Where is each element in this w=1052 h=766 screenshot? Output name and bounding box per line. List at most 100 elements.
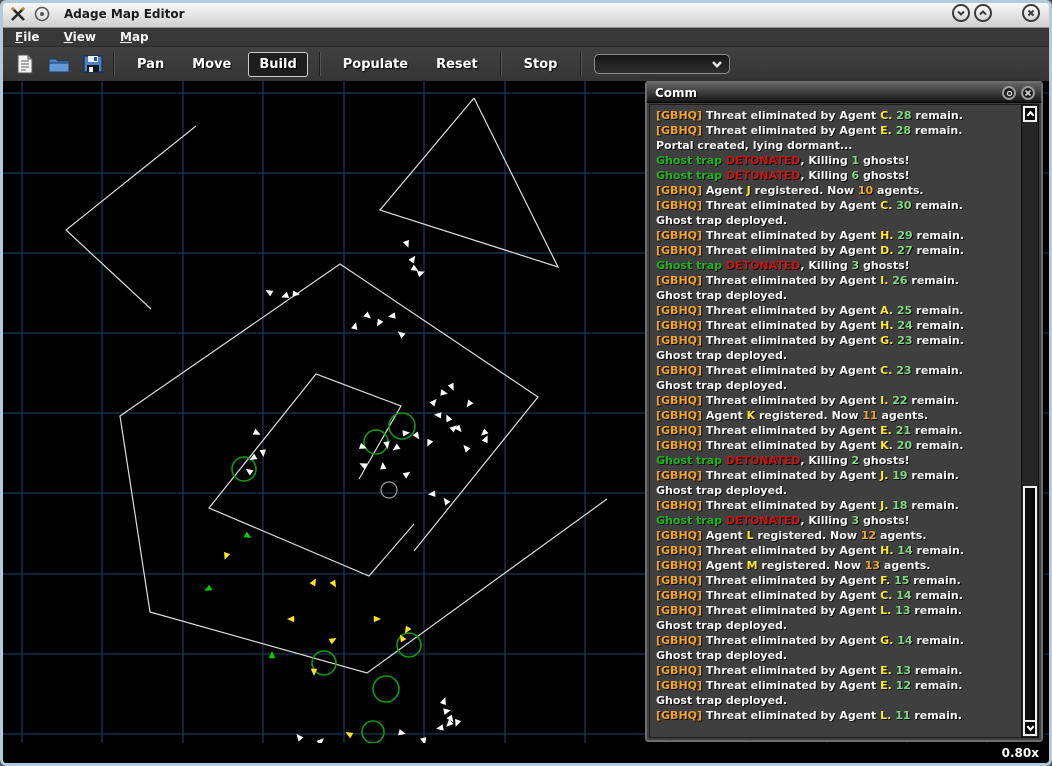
log-line: Portal created, lying dormant...	[656, 139, 853, 152]
window-titlebar[interactable]: Adage Map Editor	[0, 0, 1052, 28]
scroll-up-button[interactable]	[1023, 106, 1037, 122]
comm-scrollbar[interactable]	[1021, 104, 1039, 738]
ghost-marker	[397, 331, 406, 339]
agent-marker	[329, 579, 336, 588]
ghost-marker	[428, 490, 436, 497]
toolbar: Pan Move Build Populate Reset Stop	[3, 47, 1049, 81]
menu-map[interactable]: Map	[108, 30, 161, 44]
ghost-marker	[408, 255, 416, 264]
ghost-marker	[440, 389, 448, 396]
log-line: [GBHQ] Threat eliminated by Agent E. 21 …	[656, 424, 963, 437]
ghost-marker	[259, 449, 266, 457]
log-line: Ghost trap deployed.	[656, 289, 788, 302]
log-line: [GBHQ] Threat eliminated by Agent I. 22 …	[656, 394, 959, 407]
menubar: File View Map	[3, 28, 1049, 47]
log-line: Ghost trap deployed.	[656, 484, 788, 497]
log-line: [GBHQ] Threat eliminated by Agent A. 25 …	[656, 304, 964, 317]
log-line: [GBHQ] Threat eliminated by Agent C. 28 …	[656, 109, 963, 122]
ghost-marker	[455, 718, 462, 727]
ghost-trap-circle	[361, 720, 385, 743]
ghost-marker	[427, 438, 434, 447]
reset-button[interactable]: Reset	[425, 52, 489, 77]
log-line: [GBHQ] Threat eliminated by Agent G. 14 …	[656, 634, 964, 647]
ghost-trap-circle	[388, 412, 416, 440]
log-line: Ghost trap DETONATED, Killing 2 ghosts!	[656, 454, 910, 467]
ghost-marker	[392, 443, 401, 451]
log-line: [GBHQ] Threat eliminated by Agent I. 26 …	[656, 274, 959, 287]
pan-button[interactable]: Pan	[126, 52, 175, 77]
ghost-marker	[380, 462, 387, 470]
log-line: [GBHQ] Threat eliminated by Agent E. 13 …	[656, 664, 963, 677]
log-line: [GBHQ] Threat eliminated by Agent J. 18 …	[656, 499, 959, 512]
agent-marker	[268, 651, 276, 659]
log-line: [GBHQ] Threat eliminated by Agent L. 11 …	[656, 709, 962, 722]
new-document-icon[interactable]	[13, 53, 37, 75]
toolbar-separator	[499, 52, 502, 76]
save-icon[interactable]	[81, 53, 105, 75]
ghost-marker	[439, 697, 446, 706]
ghost-marker	[443, 708, 451, 715]
statusbar: 0.80x	[3, 743, 1049, 763]
minimize-button[interactable]	[952, 4, 970, 22]
map-structure-outline	[65, 125, 197, 310]
comm-title: Comm	[655, 85, 698, 100]
chevron-down-icon	[957, 10, 965, 16]
close-icon	[1024, 89, 1032, 97]
app-icon	[11, 6, 25, 21]
window-title: Adage Map Editor	[64, 6, 185, 21]
log-line: [GBHQ] Agent J registered. Now 10 agents…	[656, 184, 924, 197]
stop-button[interactable]: Stop	[513, 52, 569, 77]
log-line: Ghost trap deployed.	[656, 214, 788, 227]
open-folder-icon[interactable]	[47, 53, 71, 75]
map-select-combobox[interactable]	[593, 54, 730, 74]
dormant-portal-circle	[380, 481, 398, 499]
log-line: Ghost trap deployed.	[656, 619, 788, 632]
chevron-up-icon	[1026, 110, 1034, 117]
ghost-marker	[481, 435, 488, 444]
populate-button[interactable]: Populate	[332, 52, 419, 77]
close-button[interactable]	[1022, 4, 1040, 22]
ghost-marker	[265, 290, 274, 297]
ghost-marker	[436, 724, 444, 731]
maximize-button[interactable]	[974, 4, 992, 22]
map-structure-outline	[208, 373, 415, 577]
scroll-down-button[interactable]	[1023, 720, 1037, 736]
chevron-down-icon	[711, 61, 722, 68]
ghost-marker	[388, 312, 396, 319]
ghost-marker	[402, 471, 411, 479]
ghost-marker	[377, 318, 384, 327]
ghost-marker	[446, 414, 453, 423]
menu-view[interactable]: View	[52, 30, 108, 44]
comm-controls	[1002, 86, 1035, 100]
log-line: [GBHQ] Threat eliminated by Agent E. 12 …	[656, 679, 963, 692]
log-line: Ghost trap DETONATED, Killing 3 ghosts!	[656, 514, 910, 527]
comm-close-button[interactable]	[1021, 86, 1035, 100]
close-icon	[1027, 9, 1035, 17]
log-line: [GBHQ] Agent L registered. Now 12 agents…	[656, 529, 927, 542]
shade-pin-button[interactable]	[34, 6, 50, 22]
comm-window: Comm [GBHQ] Threat eliminated by Agent C…	[645, 81, 1043, 742]
log-line: Ghost trap deployed.	[656, 349, 788, 362]
log-line: [GBHQ] Agent M registered. Now 13 agents…	[656, 559, 931, 572]
ghost-trap-circle	[231, 456, 257, 482]
log-line: [GBHQ] Threat eliminated by Agent C. 30 …	[656, 199, 963, 212]
ghost-marker	[429, 398, 437, 407]
ghost-marker	[398, 729, 406, 736]
zoom-level: 0.80x	[1001, 746, 1039, 760]
menu-file[interactable]: File	[3, 30, 52, 44]
ghost-marker	[402, 239, 409, 248]
move-button[interactable]: Move	[181, 52, 242, 77]
comm-shade-button[interactable]	[1002, 86, 1016, 100]
app-window: Adage Map Editor File View Map Pan Move …	[0, 0, 1052, 766]
log-line: Ghost trap DETONATED, Killing 3 ghosts!	[656, 259, 910, 272]
map-structure-outline	[119, 263, 608, 674]
log-line: [GBHQ] Threat eliminated by Agent J. 19 …	[656, 469, 959, 482]
log-line: [GBHQ] Threat eliminated by Agent F. 15 …	[656, 574, 961, 587]
build-button[interactable]: Build	[248, 51, 308, 77]
log-line: [GBHQ] Threat eliminated by Agent C. 23 …	[656, 364, 963, 377]
log-line: Ghost trap DETONATED, Killing 1 ghosts!	[656, 154, 910, 167]
comm-titlebar[interactable]: Comm	[647, 83, 1041, 103]
ghost-marker	[296, 733, 304, 742]
scrollbar-thumb[interactable]	[1023, 486, 1037, 722]
ghost-marker	[351, 322, 358, 330]
